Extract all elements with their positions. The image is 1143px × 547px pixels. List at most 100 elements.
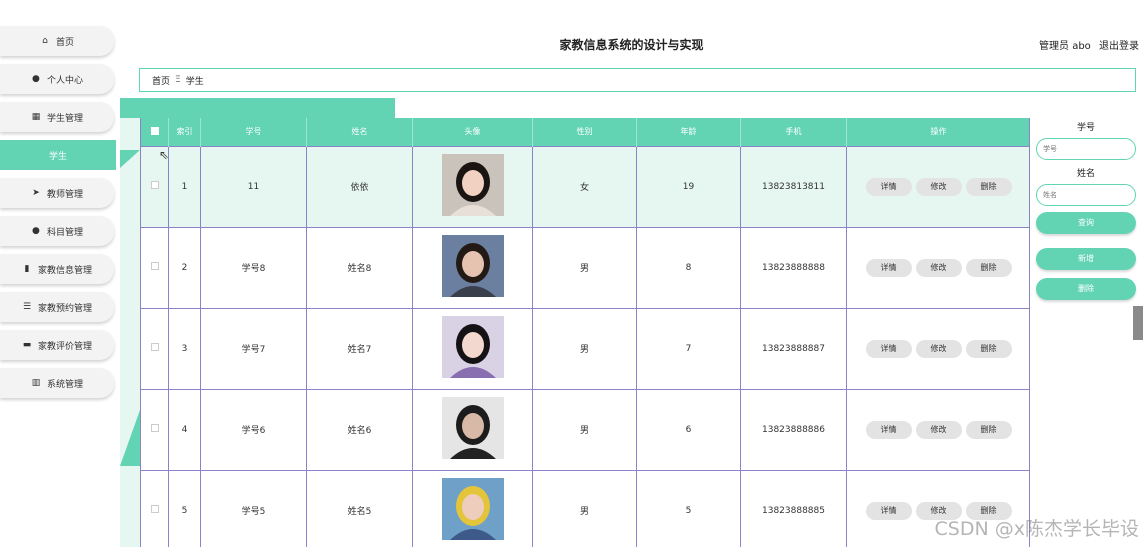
gender-cell: 男 [532, 469, 637, 547]
sidebar-item-6[interactable]: ▮ 家教信息管理 [0, 254, 114, 284]
sidebar-item-label: 家教评价管理 [37, 341, 92, 352]
row-checkbox[interactable] [150, 343, 159, 351]
column-header: 学号 [200, 118, 307, 146]
sidebar-item-label: 家教信息管理 [37, 265, 92, 276]
delete-button[interactable]: 删除 [965, 177, 1012, 196]
top-header: 家教信息系统的设计与实现 管理员 abo 退出登录 [120, 0, 1143, 62]
column-header: 头像 [412, 118, 533, 146]
row-checkbox-cell[interactable] [140, 226, 169, 308]
select-all-checkbox-cell[interactable] [140, 118, 169, 146]
student-id-cell: 11 [200, 145, 307, 227]
edit-button[interactable]: 修改 [915, 339, 962, 358]
avatar-cell [412, 226, 533, 308]
logout-link[interactable]: 退出登录 [1099, 41, 1139, 52]
home-icon: ⌂ [42, 36, 48, 46]
decorative-banner [120, 98, 395, 118]
student-id-input[interactable] [1036, 138, 1136, 160]
student-name-cell: 依依 [306, 145, 413, 227]
delete-button[interactable]: 删除 [965, 258, 1012, 277]
bar-chart-icon: ▥ [31, 378, 41, 388]
select-all-checkbox[interactable] [150, 126, 159, 135]
sidebar-item-4[interactable]: ➤ 教师管理 [0, 178, 114, 208]
sidebar-item-5[interactable]: ● 科目管理 [0, 216, 114, 246]
row-index: 1 [168, 145, 201, 227]
user-icon: ● [32, 226, 40, 236]
age-cell: 6 [636, 388, 741, 470]
avatar-cell [412, 388, 533, 470]
delete-button[interactable]: 删除 [965, 339, 1012, 358]
app-window: 家教信息系统的设计与实现 管理员 abo 退出登录 ⌂ 首页 ● 个人中心 ▦ 学生管理学… [0, 0, 1143, 547]
sidebar-item-label: 个人中心 [46, 75, 83, 86]
table-row: 1 11 依依女 19 13823813811 详情 修改 删除 [140, 145, 1029, 227]
delete-button[interactable]: 删除 [965, 420, 1012, 439]
edit-button[interactable]: 修改 [915, 258, 962, 277]
student-name-cell: 姓名5 [306, 469, 413, 547]
user-name: 管理员 abo [1039, 41, 1091, 52]
phone-cell: 13823813811 [740, 145, 847, 227]
breadcrumb-home[interactable]: 首页 [152, 74, 170, 87]
row-checkbox[interactable] [150, 424, 159, 432]
column-header: 姓名 [306, 118, 413, 146]
row-checkbox[interactable] [150, 505, 159, 514]
gender-cell: 女 [532, 145, 637, 227]
user-icon: ● [32, 74, 40, 84]
sidebar-item-1[interactable]: ● 个人中心 [0, 64, 114, 94]
actions-cell: 详情 修改 删除 [846, 307, 1029, 389]
row-checkbox-cell[interactable] [140, 388, 169, 470]
age-cell: 5 [636, 469, 741, 547]
row-index: 4 [168, 388, 201, 470]
sidebar-item-9[interactable]: ▥ 系统管理 [0, 368, 114, 398]
table-row: 4 学号6 姓名6 男 6 13823888886 详情 修改 删除 [140, 388, 1029, 470]
gender-cell: 男 [532, 307, 637, 389]
student-id-cell: 学号6 [200, 388, 307, 470]
row-checkbox-cell[interactable] [140, 469, 169, 547]
table-row: 5 学号5 姓名5 男 5 13823888885 详情 修改 删除 [140, 469, 1029, 547]
detail-button[interactable]: 详情 [865, 339, 912, 358]
phone-cell: 13823888885 [740, 469, 847, 547]
query-button[interactable]: 查询 [1036, 212, 1136, 234]
watermark: CSDN @x陈杰学长毕设 [934, 518, 1139, 540]
grid-icon: ▦ [31, 112, 41, 122]
sidebar-item-label: 学生管理 [46, 113, 83, 124]
student-name-label: 姓名 [1076, 169, 1095, 179]
student-id-label: 学号 [1076, 123, 1095, 133]
add-button[interactable]: 新增 [1036, 248, 1136, 270]
column-header: 年龄 [636, 118, 741, 146]
sidebar-item-2[interactable]: ▦ 学生管理 [0, 102, 114, 132]
student-id-cell: 学号8 [200, 226, 307, 308]
row-index: 3 [168, 307, 201, 389]
sidebar-item-8[interactable]: ▬ 家教评价管理 [0, 330, 114, 360]
column-header: 操作 [846, 118, 1029, 146]
sidebar-item-7[interactable]: ☰ 家教预约管理 [0, 292, 114, 322]
sidebar-item-0[interactable]: ⌂ 首页 [0, 26, 114, 56]
detail-button[interactable]: 详情 [865, 258, 912, 277]
detail-button[interactable]: 详情 [865, 420, 912, 439]
scrollbar-thumb[interactable] [1133, 306, 1143, 340]
batch-delete-button[interactable]: 删除 [1036, 278, 1136, 300]
table-row: 2 学号8 姓名8 男 8 13823888888 详情 修改 删除 [140, 226, 1029, 308]
edit-button[interactable]: 修改 [915, 177, 962, 196]
row-checkbox[interactable] [150, 262, 159, 270]
list-icon: ☰ [22, 302, 32, 312]
sidebar-item-3[interactable]: 学生 [0, 140, 116, 170]
decorative-side-strip [120, 118, 140, 547]
row-checkbox-cell[interactable] [140, 307, 169, 389]
send-icon: ➤ [32, 188, 40, 198]
edit-button[interactable]: 修改 [915, 420, 962, 439]
mouse-cursor-icon: ⇖ [159, 148, 170, 162]
avatar [441, 316, 504, 378]
column-header: 索引 [168, 118, 201, 146]
decorative-triangle [120, 410, 140, 466]
search-panel: 学号 姓名 查询 新增 删除 [1036, 118, 1136, 300]
table-header-row: 索引 学号 姓名 头像 性别 年龄 手机 操作 [140, 118, 1029, 146]
student-name-input[interactable] [1036, 184, 1136, 206]
breadcrumb-separator-icon: Ξ [175, 75, 181, 85]
age-cell: 19 [636, 145, 741, 227]
row-checkbox[interactable] [150, 181, 159, 189]
sidebar-item-label: 教师管理 [46, 189, 83, 200]
detail-button[interactable]: 详情 [865, 177, 912, 196]
detail-button[interactable]: 详情 [865, 501, 912, 520]
student-table: 索引 学号 姓名 头像 性别 年龄 手机 操作 1 11 依依女 19 13823813811 详情 修改… [140, 118, 1029, 547]
student-name-cell: 姓名8 [306, 226, 413, 308]
phone-cell: 13823888886 [740, 388, 847, 470]
